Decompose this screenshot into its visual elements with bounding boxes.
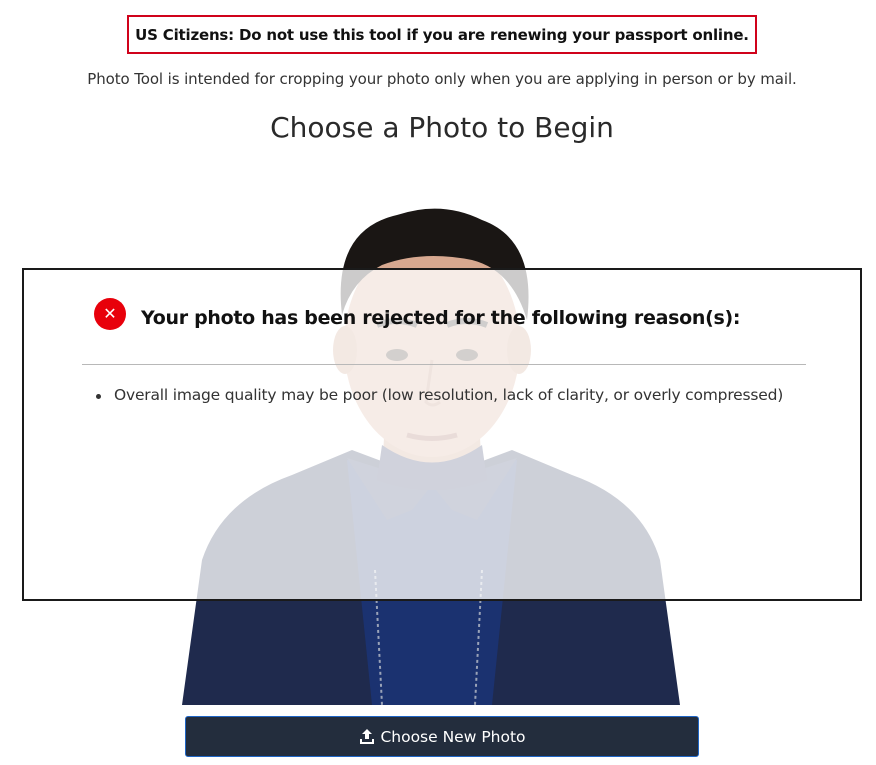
upload-icon [358,728,376,746]
choose-new-photo-label: Choose New Photo [380,727,526,746]
rejection-header: ✕ Your photo has been rejected for the f… [94,298,740,330]
photo-tool-page: US Citizens: Do not use this tool if you… [0,0,876,765]
us-citizens-warning: US Citizens: Do not use this tool if you… [127,15,757,54]
intro-text: Photo Tool is intended for cropping your… [87,70,797,88]
rejection-divider [82,364,806,365]
rejection-title: Your photo has been rejected for the fol… [141,307,741,329]
error-x-icon: ✕ [94,298,126,330]
rejection-reason-item: Overall image quality may be poor (low r… [94,386,783,404]
page-title: Choose a Photo to Begin [270,111,614,144]
warning-text: US Citizens: Do not use this tool if you… [135,25,749,44]
choose-new-photo-button[interactable]: Choose New Photo [185,716,699,757]
rejection-dialog: ✕ Your photo has been rejected for the f… [22,268,862,601]
rejection-reasons-list: Overall image quality may be poor (low r… [94,386,783,404]
